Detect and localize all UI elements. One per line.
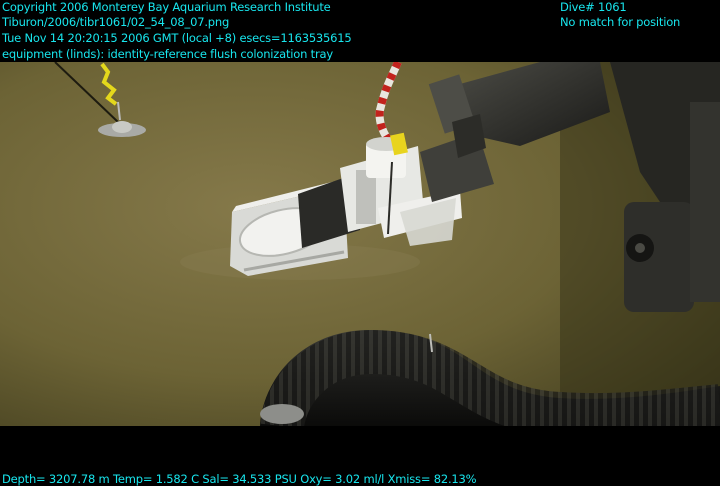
telemetry-text: Depth= 3207.78 m Temp= 1.582 C Sal= 34.5…: [2, 472, 477, 486]
timestamp-text: Tue Nov 14 20:20:15 2006 GMT (local +8) …: [2, 31, 352, 45]
copyright-text: Copyright 2006 Monterey Bay Aquarium Res…: [2, 0, 331, 14]
file-path-text: Tiburon/2006/tibr1061/02_54_08_07.png: [2, 15, 230, 29]
dive-number-text: Dive# 1061: [560, 0, 627, 14]
seafloor-photo: [0, 62, 720, 426]
position-status-text: No match for position: [560, 15, 681, 29]
seafloor-scene: [0, 62, 720, 426]
video-frame: Copyright 2006 Monterey Bay Aquarium Res…: [0, 0, 720, 486]
equipment-text: equipment (linds): identity-reference fl…: [2, 47, 333, 61]
